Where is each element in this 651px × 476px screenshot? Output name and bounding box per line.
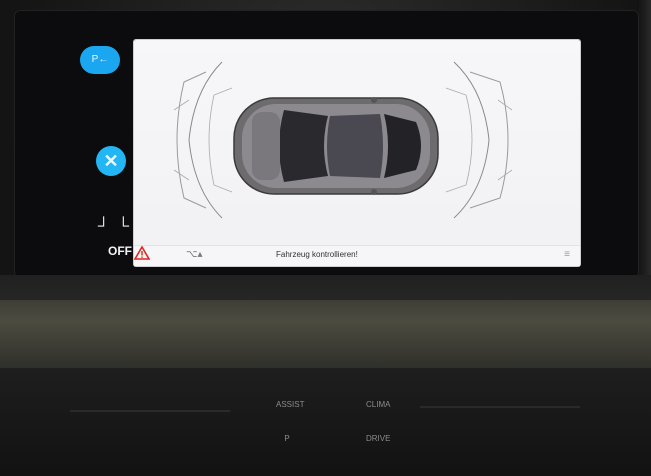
rear-zone-inner [208,87,233,193]
rear-zone-ticks [173,99,190,181]
console-button-assist[interactable]: ASSIST [276,396,304,414]
console-button-p[interactable]: P [276,430,298,448]
parking-display-screen: ⌥▴ Fahrzeug kontrollieren! ≡ [134,40,580,266]
park-assist-button[interactable]: P← [80,46,120,74]
off-label: OFF [108,244,132,258]
console-button-clima[interactable]: CLIMA [366,396,390,414]
warning-message: Fahrzeug kontrollieren! [276,250,358,259]
close-button[interactable]: ✕ [96,146,126,176]
status-bar: ⌥▴ Fahrzeug kontrollieren! ≡ [134,245,580,266]
console-button-drive[interactable]: DRIVE [366,430,390,448]
warning-triangle-icon [134,246,150,260]
camera-control-icon[interactable]: ⌥▴ [186,249,203,260]
console-slot-left [70,410,230,412]
dashboard-trim [0,300,651,370]
parking-sensor-diagram [173,61,513,219]
console-slot-right [420,406,580,408]
center-console [0,368,651,476]
front-zone-outer [453,61,490,219]
front-zone-inner [445,87,473,193]
front-zone-ticks [497,99,513,181]
seat-sensor-icon[interactable]: ┘ └ [98,218,138,242]
rear-zone-outer [188,61,223,219]
menu-icon[interactable]: ≡ [564,249,570,260]
car-top-view [233,97,439,195]
